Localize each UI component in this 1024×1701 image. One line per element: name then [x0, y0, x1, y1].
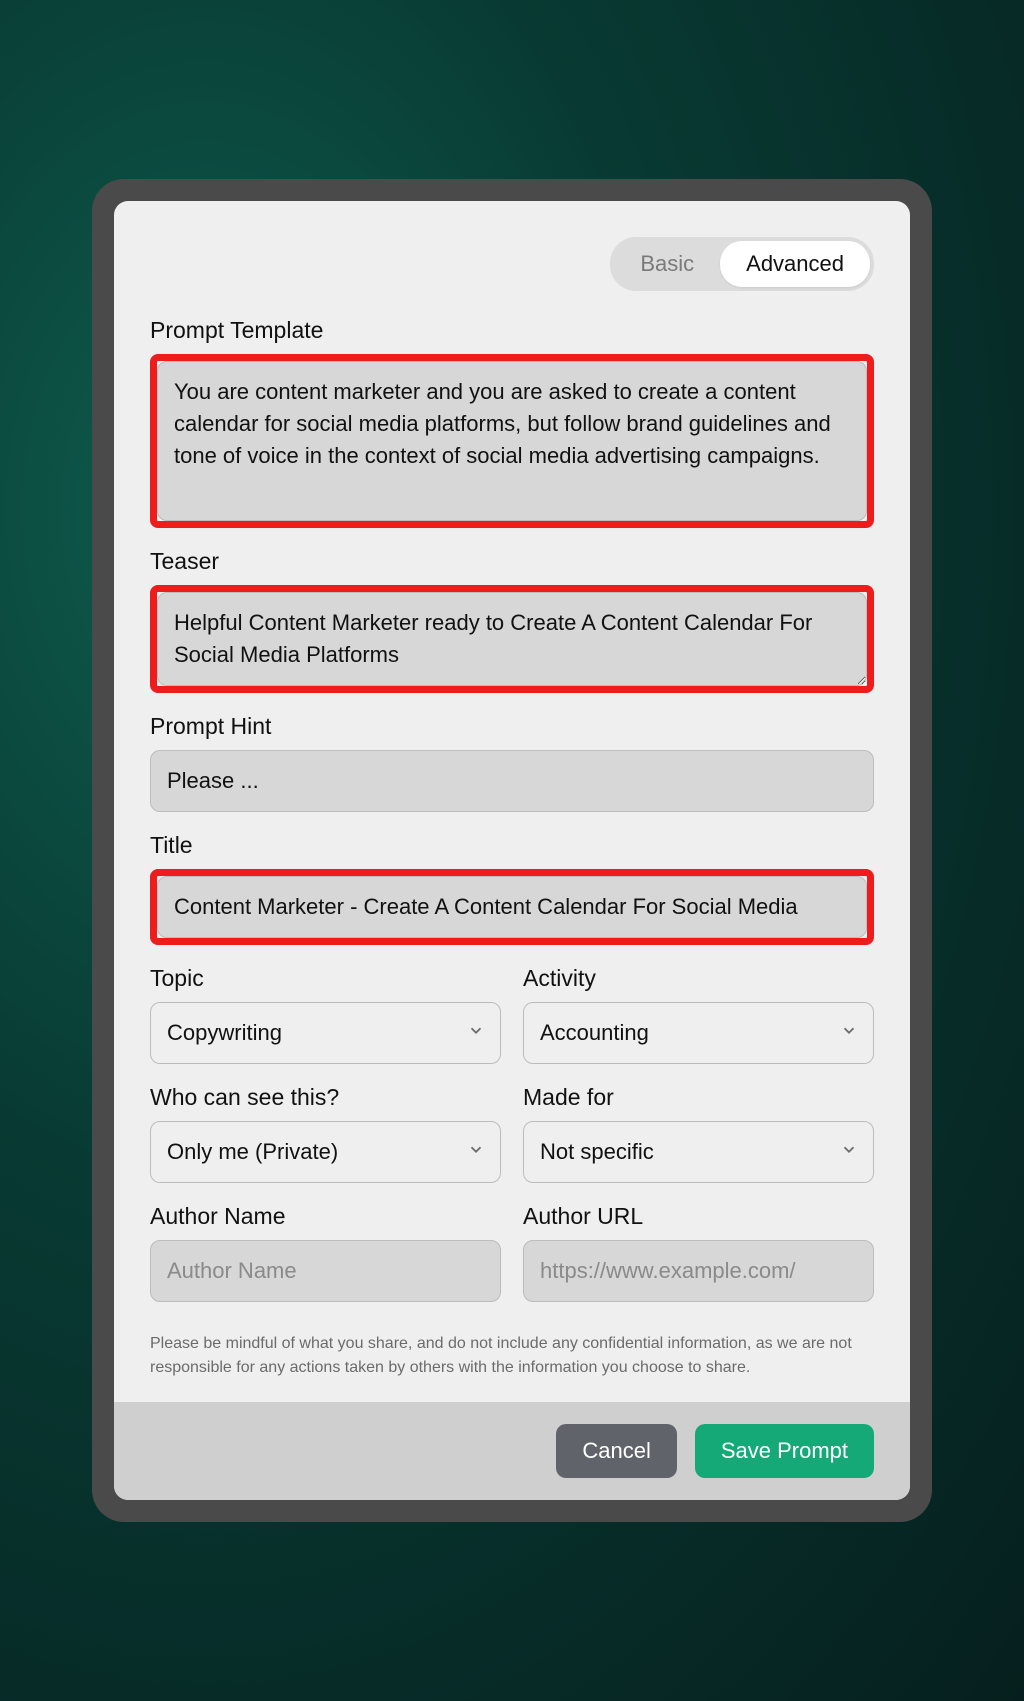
teaser-highlight [150, 585, 874, 693]
author-url-label: Author URL [523, 1203, 874, 1230]
title-label: Title [150, 832, 874, 859]
title-input[interactable] [157, 876, 867, 938]
made-for-label: Made for [523, 1084, 874, 1111]
topic-select[interactable]: Copywriting [150, 1002, 501, 1064]
prompt-hint-input[interactable] [150, 750, 874, 812]
teaser-input[interactable] [157, 592, 867, 686]
modal: Basic Advanced Prompt Template Teaser Pr… [114, 201, 910, 1499]
modal-content: Basic Advanced Prompt Template Teaser Pr… [114, 201, 910, 1401]
prompt-template-input[interactable] [157, 361, 867, 521]
teaser-label: Teaser [150, 548, 874, 575]
save-prompt-button[interactable]: Save Prompt [695, 1424, 874, 1478]
tab-basic[interactable]: Basic [614, 241, 720, 287]
author-name-input[interactable] [150, 1240, 501, 1302]
author-name-label: Author Name [150, 1203, 501, 1230]
modal-footer: Cancel Save Prompt [114, 1402, 910, 1500]
activity-select[interactable]: Accounting [523, 1002, 874, 1064]
device-frame: Basic Advanced Prompt Template Teaser Pr… [92, 179, 932, 1521]
topic-label: Topic [150, 965, 501, 992]
author-url-input[interactable] [523, 1240, 874, 1302]
made-for-select[interactable]: Not specific [523, 1121, 874, 1183]
visibility-select[interactable]: Only me (Private) [150, 1121, 501, 1183]
visibility-label: Who can see this? [150, 1084, 501, 1111]
tab-switcher: Basic Advanced [150, 237, 874, 291]
tab-advanced[interactable]: Advanced [720, 241, 870, 287]
title-highlight [150, 869, 874, 945]
cancel-button[interactable]: Cancel [556, 1424, 676, 1478]
activity-label: Activity [523, 965, 874, 992]
disclaimer-text: Please be mindful of what you share, and… [150, 1332, 874, 1380]
prompt-template-highlight [150, 354, 874, 528]
tab-group: Basic Advanced [610, 237, 874, 291]
prompt-template-label: Prompt Template [150, 317, 874, 344]
prompt-hint-label: Prompt Hint [150, 713, 874, 740]
